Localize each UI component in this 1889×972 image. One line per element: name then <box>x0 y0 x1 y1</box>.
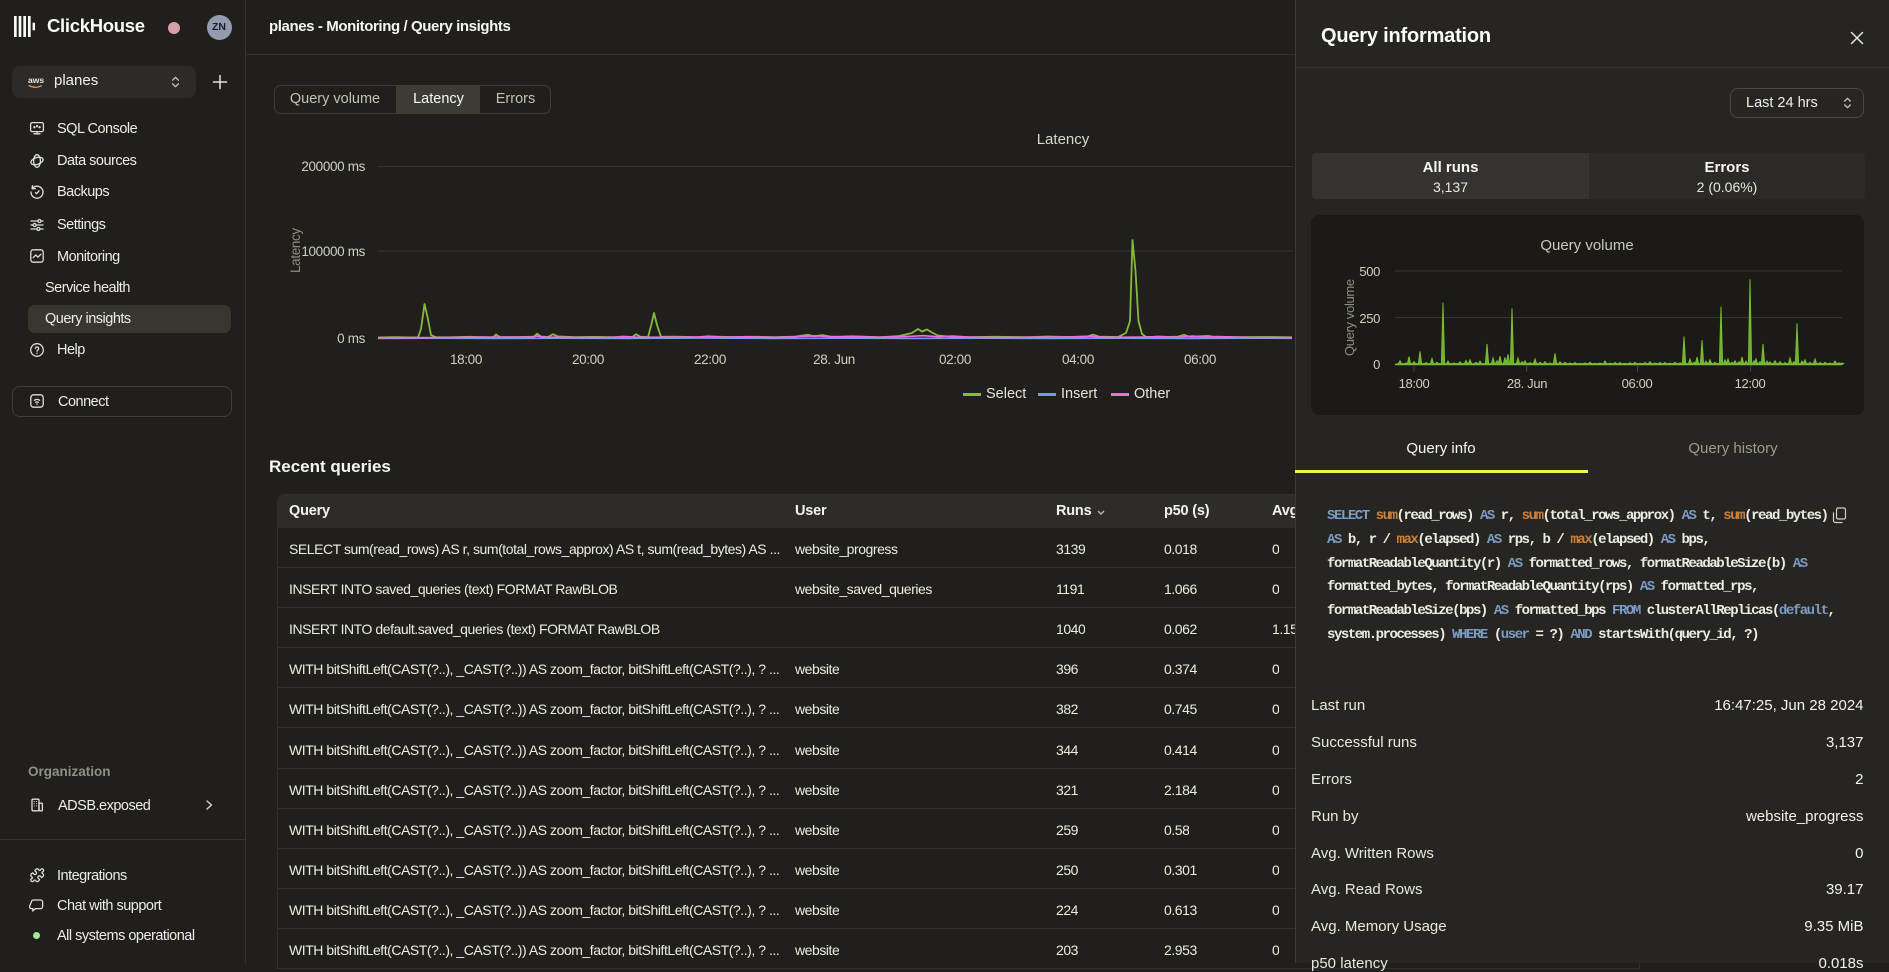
svg-text:aws: aws <box>28 75 44 85</box>
